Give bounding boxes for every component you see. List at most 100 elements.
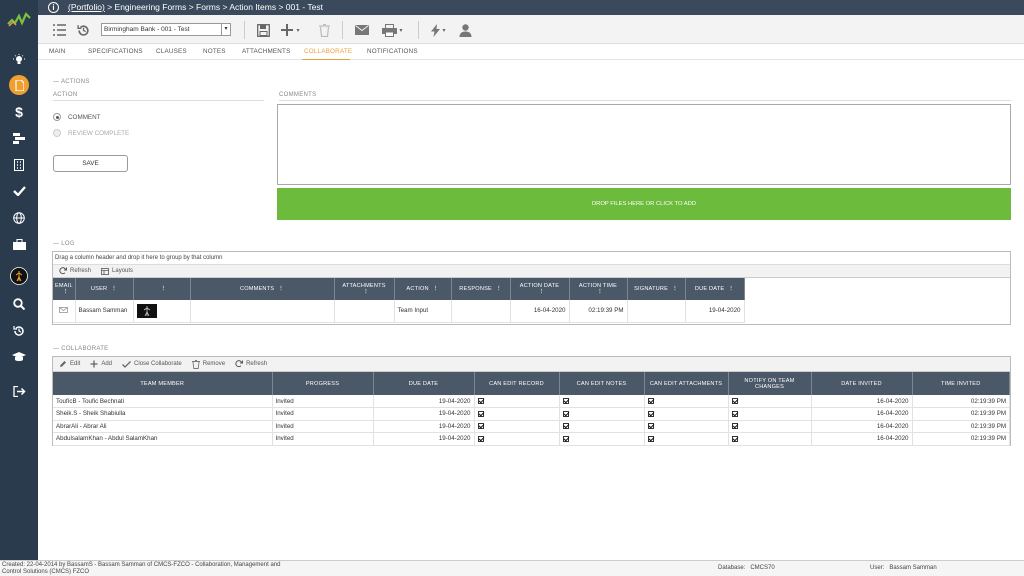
collab-refresh-button[interactable]: Refresh bbox=[235, 360, 267, 368]
sidebar: $ bbox=[0, 0, 38, 560]
collab-col-progress[interactable]: PROGRESS bbox=[272, 372, 374, 395]
table-row[interactable]: Bassam Samman Team Input 16-04-2020 02:1… bbox=[53, 300, 1010, 323]
table-row[interactable]: AbrarAli - Abrar Ali Invited 19-04-2020 … bbox=[53, 420, 1010, 433]
comments-textarea[interactable] bbox=[277, 104, 1011, 185]
logout-icon[interactable] bbox=[7, 381, 31, 401]
checkbox-can-edit-record[interactable] bbox=[477, 435, 484, 442]
collab-remove-button[interactable]: Remove bbox=[191, 359, 225, 369]
collab-col-due-date[interactable]: DUE DATE bbox=[373, 372, 475, 395]
log-col-signature[interactable]: SIGNATURE ⋮ bbox=[627, 278, 686, 300]
trash-icon[interactable] bbox=[315, 21, 333, 39]
log-col-action-time[interactable]: ACTION TIME ⋮ bbox=[569, 278, 628, 300]
log-col-user[interactable]: USER ⋮ bbox=[75, 278, 134, 300]
collab-add-button[interactable]: Add bbox=[90, 360, 112, 368]
chevron-down-icon[interactable]: ▾ bbox=[397, 21, 405, 39]
checkbox-can-edit-notes[interactable] bbox=[562, 435, 569, 442]
collab-edit-button[interactable]: Edit bbox=[59, 360, 80, 368]
log-refresh-button[interactable]: Refresh bbox=[59, 267, 91, 275]
tab-clauses[interactable]: CLAUSES bbox=[156, 48, 187, 55]
tab-notes[interactable]: NOTES bbox=[203, 48, 226, 55]
collaborate-section-title[interactable]: COLLABORATE bbox=[53, 346, 108, 352]
group-by-hint[interactable]: Drag a column header and drop it here to… bbox=[53, 252, 1010, 265]
chevron-down-icon[interactable]: ▾ bbox=[440, 21, 448, 39]
log-layouts-button[interactable]: Layouts bbox=[101, 267, 133, 275]
search-icon[interactable] bbox=[7, 294, 31, 314]
collab-col-can-edit-record[interactable]: CAN EDIT RECORD bbox=[474, 372, 560, 395]
checkbox-notify-team-changes[interactable] bbox=[731, 397, 738, 404]
user-icon[interactable] bbox=[456, 21, 474, 39]
log-col-signature-image[interactable]: ⋮ bbox=[133, 278, 191, 300]
globe-icon[interactable] bbox=[7, 208, 31, 228]
radio-button[interactable] bbox=[53, 129, 61, 137]
lightbulb-icon[interactable] bbox=[7, 50, 31, 70]
log-col-attachments[interactable]: ATTACHMENTS ⋮ bbox=[334, 278, 395, 300]
project-select[interactable]: Birmingham Bank - 001 - Test ▾ bbox=[101, 23, 231, 36]
chevron-down-icon[interactable]: ▾ bbox=[221, 24, 230, 35]
print-icon[interactable] bbox=[380, 21, 398, 39]
breadcrumb-portfolio-link[interactable]: (Portfolio) bbox=[68, 0, 105, 15]
history-icon[interactable] bbox=[7, 321, 31, 341]
log-col-action[interactable]: ACTION ⋮ bbox=[394, 278, 452, 300]
log-col-action-date[interactable]: ACTION DATE ⋮ bbox=[510, 278, 570, 300]
log-col-email[interactable]: EMAIL ⋮ bbox=[53, 278, 76, 300]
gantt-icon[interactable] bbox=[7, 128, 31, 148]
radio-review-complete[interactable]: REVIEW COMPLETE bbox=[53, 129, 129, 137]
checkbox-can-edit-attachments[interactable] bbox=[647, 423, 654, 430]
save-button[interactable]: SAVE bbox=[53, 155, 128, 172]
briefcase-icon[interactable] bbox=[7, 234, 31, 254]
info-icon[interactable]: i bbox=[48, 2, 59, 13]
log-col-response[interactable]: RESPONSE ⋮ bbox=[451, 278, 511, 300]
collab-col-can-edit-attachments[interactable]: CAN EDIT ATTACHMENTS bbox=[644, 372, 729, 395]
dollar-icon[interactable]: $ bbox=[7, 102, 31, 122]
log-col-due-date[interactable]: DUE DATE ⋮ bbox=[685, 278, 745, 300]
checkbox-notify-team-changes[interactable] bbox=[731, 423, 738, 430]
radio-button-selected[interactable] bbox=[53, 113, 61, 121]
building-icon[interactable] bbox=[7, 155, 31, 175]
checkbox-can-edit-attachments[interactable] bbox=[647, 410, 654, 417]
checkbox-can-edit-notes[interactable] bbox=[562, 423, 569, 430]
collab-col-can-edit-notes[interactable]: CAN EDIT NOTES bbox=[559, 372, 645, 395]
checkbox-can-edit-record[interactable] bbox=[477, 397, 484, 404]
logo-icon[interactable] bbox=[6, 10, 32, 32]
collab-col-team-member[interactable]: TEAM MEMBER bbox=[53, 372, 273, 395]
email-icon[interactable] bbox=[353, 21, 371, 39]
tab-attachments[interactable]: ATTACHMENTS bbox=[242, 48, 291, 55]
collab-cell-time-invited: 02:19:39 PM bbox=[912, 420, 1010, 433]
tab-collaborate[interactable]: COLLABORATE bbox=[304, 48, 352, 55]
checkbox-can-edit-attachments[interactable] bbox=[647, 435, 654, 442]
checkbox-notify-team-changes[interactable] bbox=[731, 410, 738, 417]
checkbox-notify-team-changes[interactable] bbox=[731, 435, 738, 442]
checkbox-can-edit-notes[interactable] bbox=[562, 397, 569, 404]
tab-main[interactable]: MAIN bbox=[49, 48, 66, 55]
collab-cell-member: AbrarAli - Abrar Ali bbox=[53, 420, 273, 433]
active-tab-indicator bbox=[302, 59, 350, 60]
check-icon[interactable] bbox=[7, 181, 31, 201]
collab-col-date-invited[interactable]: DATE INVITED bbox=[811, 372, 913, 395]
log-col-comments[interactable]: COMMENTS ⋮ bbox=[190, 278, 335, 300]
table-row[interactable]: Sheik.S - Sheik Shabiulla Invited 19-04-… bbox=[53, 407, 1010, 421]
graduation-cap-icon[interactable] bbox=[7, 347, 31, 367]
figure-icon[interactable] bbox=[7, 266, 31, 286]
list-icon[interactable] bbox=[50, 21, 68, 39]
log-section-title[interactable]: LOG bbox=[53, 241, 75, 247]
tab-specifications[interactable]: SPECIFICATIONS bbox=[88, 48, 143, 55]
layouts-icon bbox=[101, 267, 109, 275]
file-drop-zone[interactable]: DROP FILES HERE OR CLICK TO ADD bbox=[277, 188, 1011, 220]
checkbox-can-edit-notes[interactable] bbox=[562, 410, 569, 417]
document-icon[interactable] bbox=[7, 75, 31, 95]
table-row[interactable]: ToufícB - Toufic Bechnati Invited 19-04-… bbox=[53, 395, 1010, 408]
actions-section-title[interactable]: ACTIONS bbox=[53, 79, 90, 85]
checkbox-can-edit-attachments[interactable] bbox=[647, 397, 654, 404]
tab-notifications[interactable]: NOTIFICATIONS bbox=[367, 48, 418, 55]
collab-col-notify-team-changes[interactable]: NOTIFY ON TEAM CHANGES bbox=[728, 372, 812, 395]
radio-comment[interactable]: COMMENT bbox=[53, 113, 101, 121]
chevron-down-icon[interactable]: ▾ bbox=[294, 21, 302, 39]
save-icon[interactable] bbox=[254, 21, 272, 39]
email-icon[interactable] bbox=[53, 300, 76, 323]
collab-close-button[interactable]: Close Collaborate bbox=[122, 360, 182, 368]
history-icon[interactable] bbox=[74, 21, 92, 39]
table-row[interactable]: AbdulsalamKhan - Abdul SalamKhan Invited… bbox=[53, 432, 1010, 446]
collab-col-time-invited[interactable]: TIME INVITED bbox=[912, 372, 1010, 395]
checkbox-can-edit-record[interactable] bbox=[477, 423, 484, 430]
checkbox-can-edit-record[interactable] bbox=[477, 410, 484, 417]
